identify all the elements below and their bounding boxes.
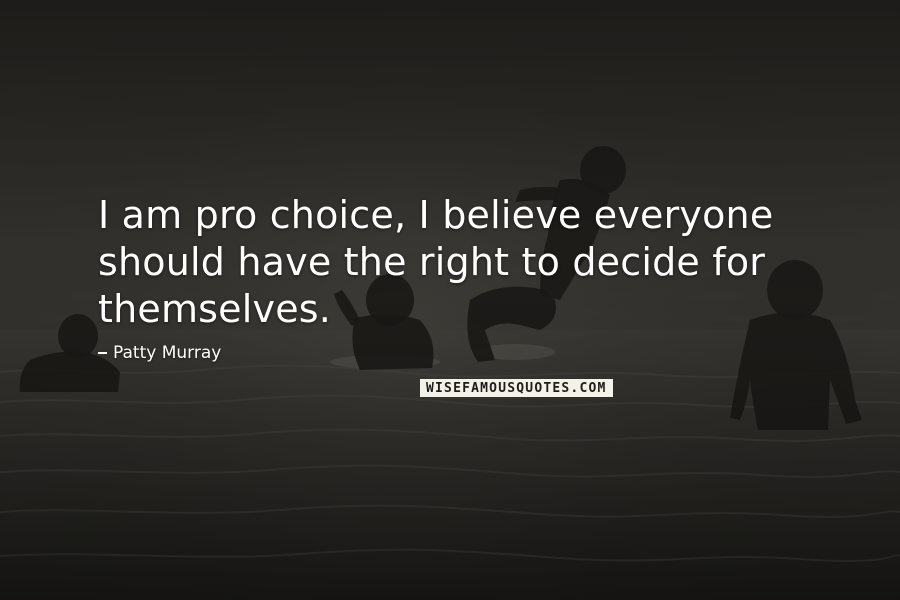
quote-card: I am pro choice, I believe everyone shou… <box>0 0 900 600</box>
author-name: Patty Murray <box>113 343 222 363</box>
watermark-text: WISEFAMOUSQUOTES.COM <box>426 380 607 396</box>
quote-block: I am pro choice, I believe everyone shou… <box>98 192 858 333</box>
author-attribution: Patty Murray <box>98 343 221 363</box>
watermark-logo: WISEFAMOUSQUOTES.COM <box>420 379 613 397</box>
dash-icon <box>98 352 107 354</box>
quote-text: I am pro choice, I believe everyone shou… <box>98 193 774 331</box>
